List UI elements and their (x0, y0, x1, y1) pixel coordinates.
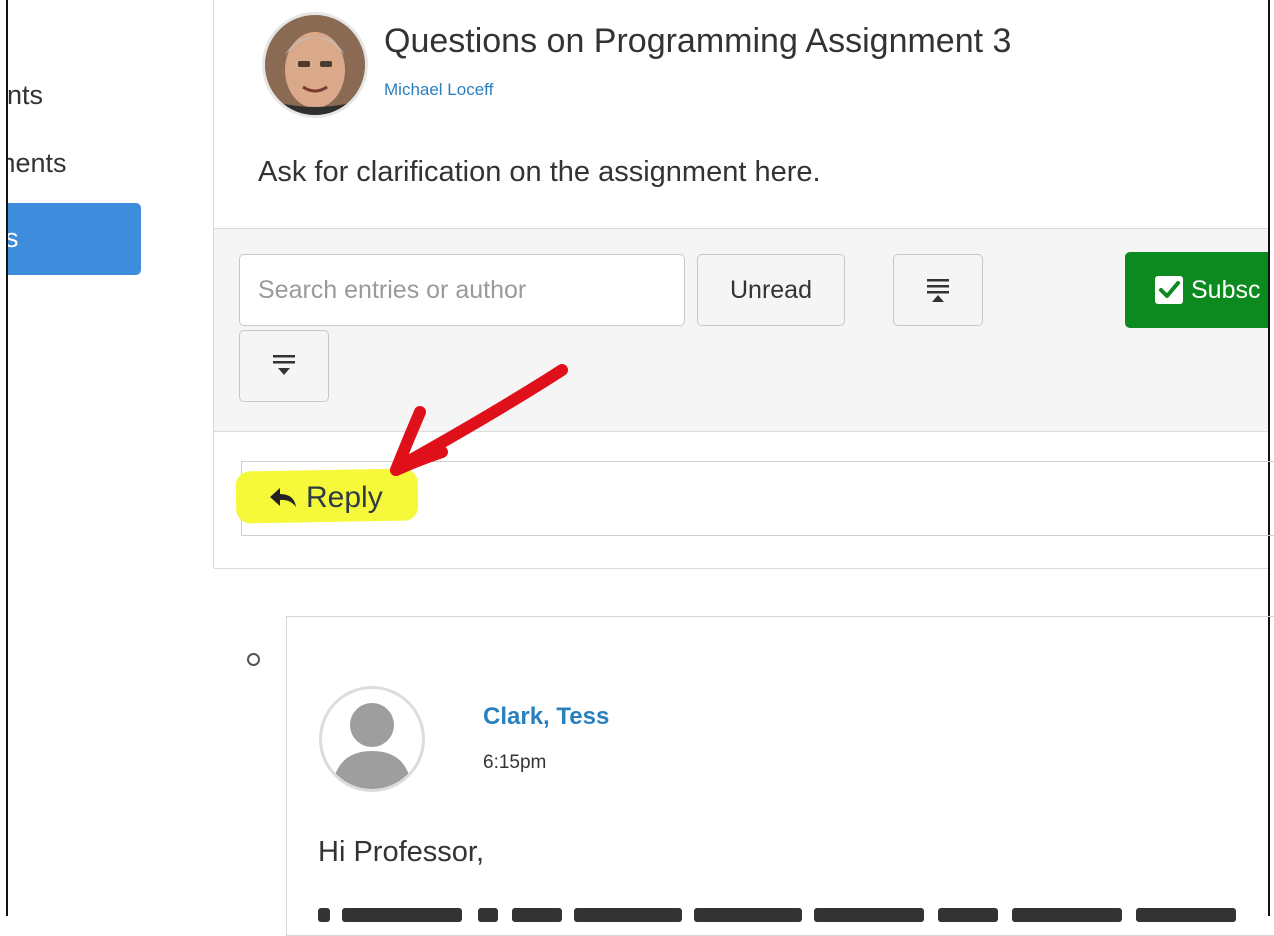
default-user-icon (332, 703, 412, 789)
author-avatar[interactable] (262, 12, 368, 118)
sidebar-item-announcements[interactable]: ements (8, 148, 128, 184)
collapse-threads-button[interactable] (893, 254, 983, 326)
search-input[interactable] (239, 254, 685, 326)
window-frame-left (6, 0, 8, 916)
topic-author-link[interactable]: Michael Loceff (384, 80, 493, 100)
entry-timestamp: 6:15pm (483, 752, 547, 773)
subscribe-label: Subsc (1191, 275, 1261, 304)
entry-message-greeting: Hi Professor, (318, 836, 484, 868)
expand-threads-icon (273, 355, 295, 375)
expand-threads-button[interactable] (239, 330, 329, 402)
reply-button[interactable]: Reply (268, 481, 383, 515)
sidebar-item-discussions[interactable]: ns (8, 203, 141, 275)
entry-author-link[interactable]: Clark, Tess (483, 703, 609, 731)
unread-filter-button[interactable]: Unread (697, 254, 845, 326)
topic-description: Ask for clarification on the assignment … (258, 156, 821, 188)
sidebar-item-label: ements (8, 148, 67, 178)
sidebar-item-label: ents (8, 80, 44, 110)
subscribe-button[interactable]: Subsc (1125, 252, 1268, 328)
reply-label: Reply (306, 481, 383, 514)
discussion-entry (286, 616, 1274, 936)
read-status-indicator[interactable] (247, 653, 260, 666)
entry-message-cutoff-line (318, 898, 1258, 928)
collapse-threads-icon (927, 279, 949, 302)
page-title: Questions on Programming Assignment 3 (384, 22, 1012, 60)
sidebar-item-assignments[interactable]: ents (8, 80, 128, 116)
unread-button-label: Unread (730, 275, 812, 304)
reply-section-divider (214, 568, 1268, 569)
reply-arrow-icon (270, 488, 296, 507)
author-photo (265, 15, 365, 115)
sidebar-item-label: ns (8, 223, 19, 253)
checkbox-checked-icon (1155, 276, 1183, 304)
entry-avatar[interactable] (319, 686, 425, 792)
